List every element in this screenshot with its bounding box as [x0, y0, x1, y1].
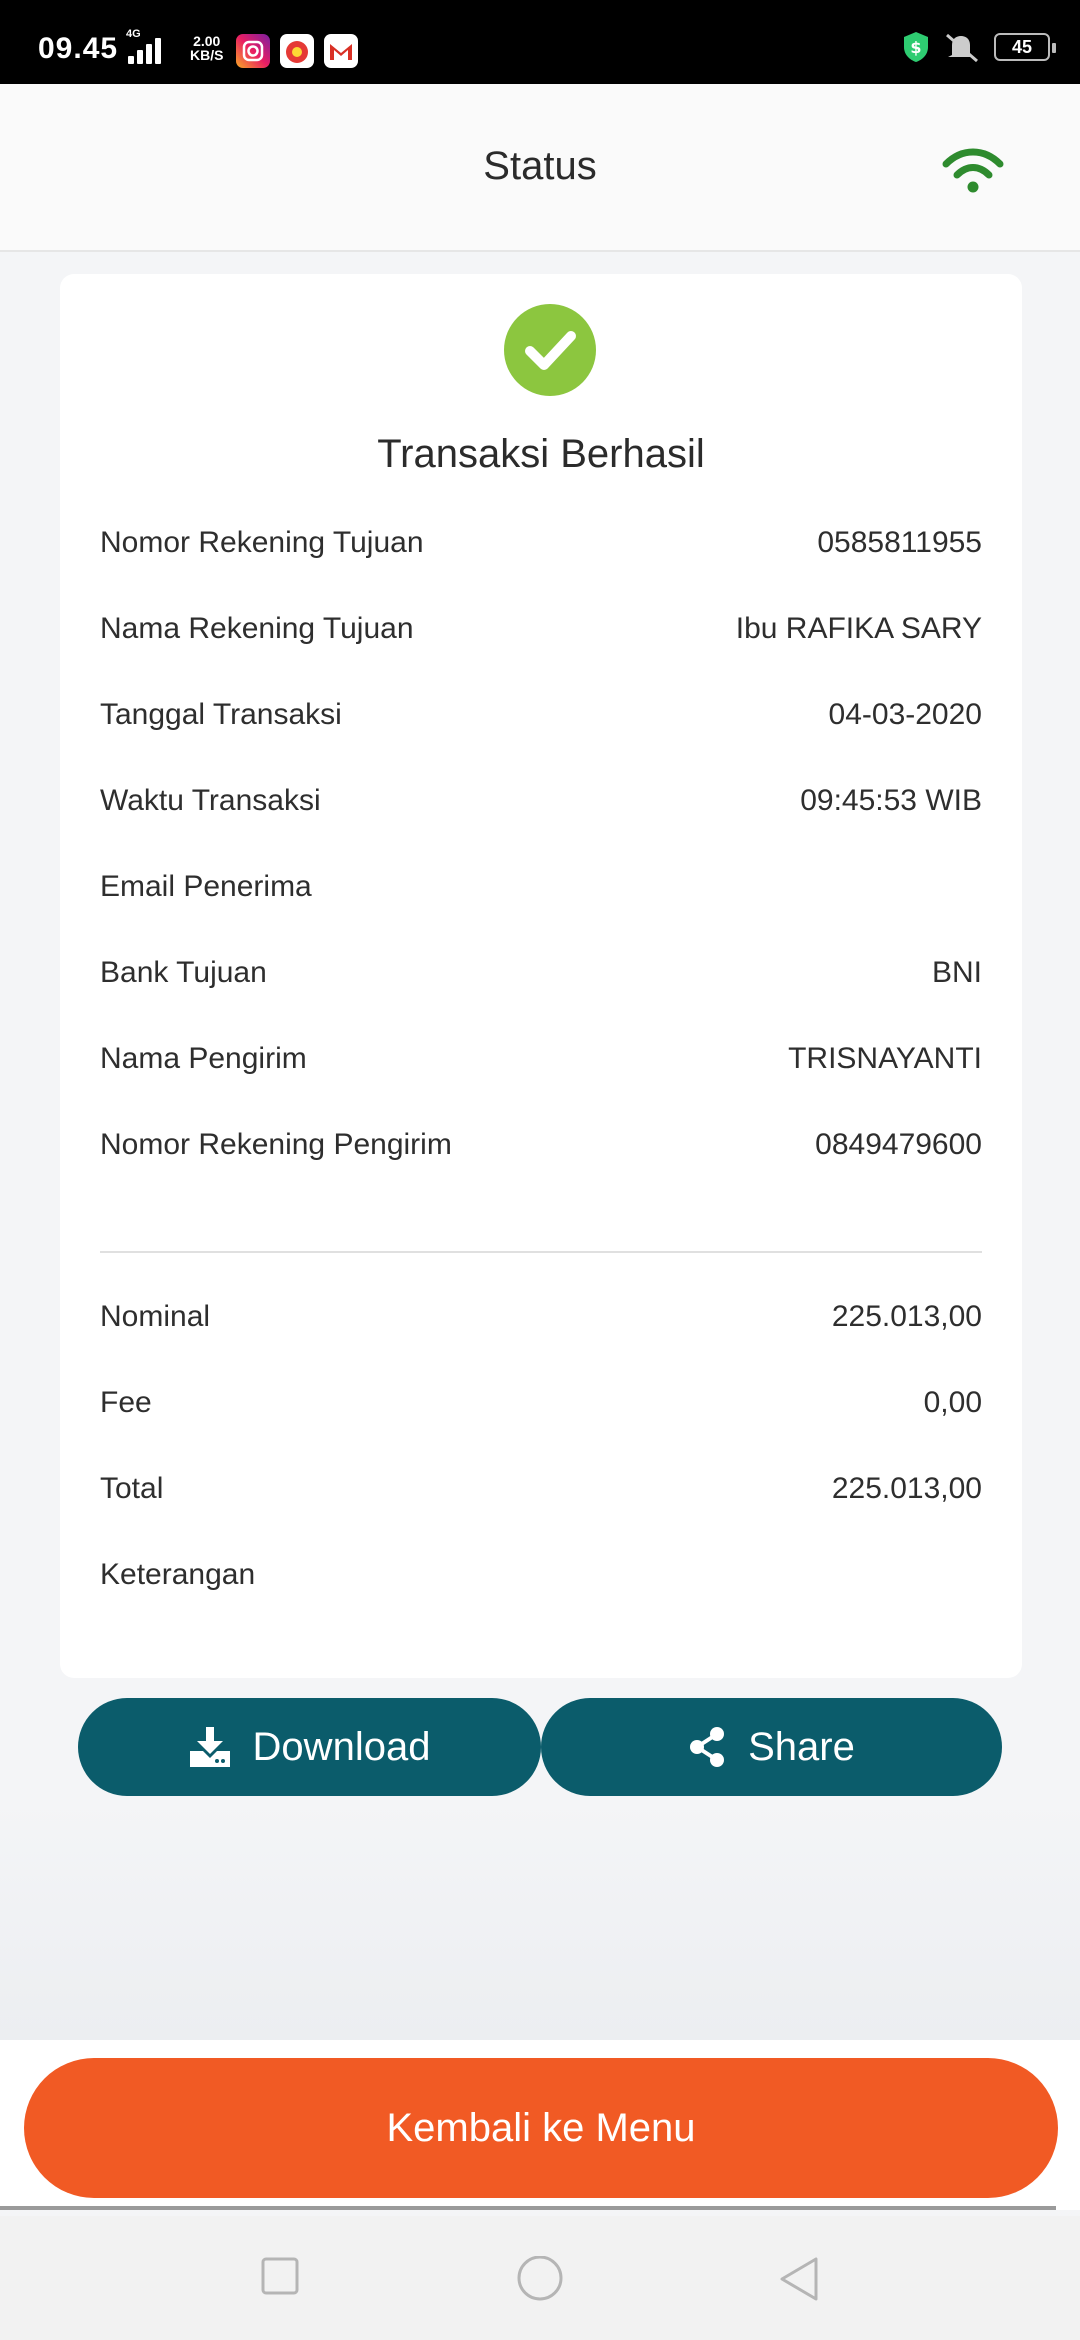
system-nav-bar — [0, 2216, 1080, 2340]
detail-label: Bank Tujuan — [100, 956, 267, 989]
amount-label: Keterangan — [100, 1558, 256, 1591]
detail-value: Ibu RAFIKA SARY — [735, 612, 982, 645]
amount-row: Total 225.013,00 — [100, 1466, 982, 1511]
detail-label: Nomor Rekening Tujuan — [100, 526, 424, 559]
check-circle-icon — [504, 304, 596, 396]
detail-row: Waktu Transaksi 09:45:53 WIB — [100, 778, 982, 823]
detail-row: Nama Rekening Tujuan Ibu RAFIKA SARY — [100, 606, 982, 651]
back-icon[interactable] — [778, 2256, 820, 2304]
divider — [100, 1251, 982, 1253]
amount-value: 225.013,00 — [831, 1300, 982, 1333]
amount-value: 0,00 — [923, 1386, 982, 1419]
page-title: Status — [483, 144, 597, 188]
instagram-icon — [236, 34, 270, 68]
detail-row: Tanggal Transaksi 04-03-2020 — [100, 692, 982, 737]
mute-icon — [946, 33, 978, 63]
svg-text:$: $ — [910, 38, 921, 57]
amount-label: Total — [100, 1472, 164, 1505]
share-label: Share — [748, 1724, 855, 1769]
shield-icon: $ — [904, 32, 928, 62]
download-label: Download — [252, 1724, 431, 1769]
detail-row: Nomor Rekening Tujuan 0585811955 — [100, 520, 982, 565]
amount-value: 225.013,00 — [831, 1472, 982, 1505]
detail-label: Tanggal Transaksi — [100, 698, 342, 731]
share-button[interactable]: Share — [541, 1698, 1002, 1796]
back-to-menu-button[interactable]: Kembali ke Menu — [24, 2058, 1058, 2198]
detail-row: Nama Pengirim TRISNAYANTI — [100, 1036, 982, 1081]
transaction-status-title: Transaksi Berhasil — [377, 432, 705, 476]
detail-label: Nomor Rekening Pengirim — [100, 1128, 452, 1161]
gmail-icon — [324, 34, 358, 68]
detail-label: Email Penerima — [100, 870, 312, 903]
detail-row: Bank Tujuan BNI — [100, 950, 982, 995]
share-icon — [690, 1727, 725, 1767]
detail-value: 0849479600 — [815, 1128, 982, 1161]
amount-row: Nominal 225.013,00 — [100, 1294, 982, 1339]
detail-value: 09:45:53 WIB — [800, 784, 982, 817]
detail-value: BNI — [931, 956, 982, 989]
home-icon[interactable] — [516, 2256, 564, 2304]
status-bar: 09.45 4G 2.00 KB/S $ 45 — [0, 0, 1080, 84]
detail-value: TRISNAYANTI — [788, 1042, 982, 1075]
network-type: 4G — [126, 28, 141, 40]
divider — [0, 2206, 1056, 2210]
amount-row: Keterangan — [100, 1552, 982, 1597]
detail-label: Waktu Transaksi — [100, 784, 321, 817]
signal-icon: 4G — [126, 28, 161, 64]
battery-icon: 45 — [994, 33, 1056, 61]
detail-label: Nama Pengirim — [100, 1042, 307, 1075]
receipt-card: Transaksi Berhasil Nomor Rekening Tujuan… — [60, 274, 1022, 1678]
download-button[interactable]: Download — [78, 1698, 541, 1796]
amount-row: Fee 0,00 — [100, 1380, 982, 1425]
detail-row: Nomor Rekening Pengirim 0849479600 — [100, 1122, 982, 1167]
detail-label: Nama Rekening Tujuan — [100, 612, 414, 645]
network-speed: 2.00 KB/S — [190, 33, 224, 63]
detail-value: 0585811955 — [817, 526, 982, 559]
amount-label: Nominal — [100, 1300, 211, 1333]
download-icon — [189, 1727, 230, 1767]
app-header: Status — [0, 84, 1080, 252]
detail-value: 04-03-2020 — [828, 698, 982, 731]
recent-apps-icon[interactable] — [260, 2256, 300, 2296]
detail-row: Email Penerima — [100, 864, 982, 909]
wifi-icon — [942, 148, 1004, 193]
amount-label: Fee — [100, 1386, 152, 1419]
status-time: 09.45 — [38, 32, 119, 65]
game-app-icon — [280, 34, 314, 68]
